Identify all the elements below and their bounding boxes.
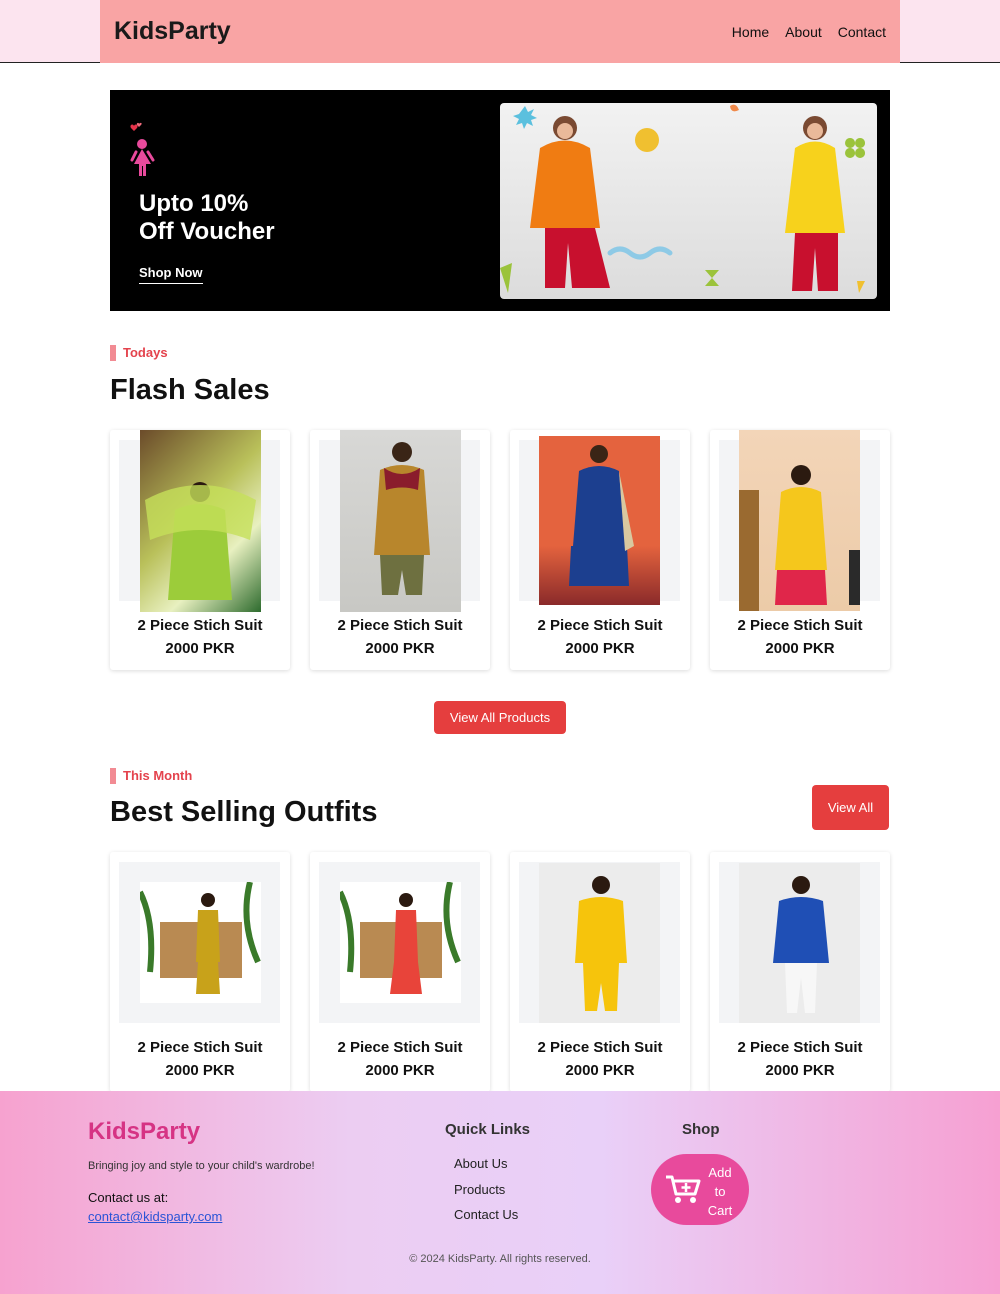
copyright: © 2024 KidsParty. All rights reserved. [409,1253,591,1265]
contact-label: Contact us at: [88,1190,169,1205]
todays-tag: Todays [110,345,168,361]
product-card[interactable]: 2 Piece Stich Suit 2000 PKR [310,430,490,670]
footer-logo[interactable]: KidsParty [88,1118,200,1146]
product-name: 2 Piece Stich Suit [537,617,663,634]
add-to-cart-button[interactable]: Add to Cart [651,1154,749,1225]
product-price: 2000 PKR [765,640,835,657]
footer-link-contact[interactable]: Contact Us [454,1207,518,1222]
shop-now-link[interactable]: Shop Now [139,265,203,284]
view-all-button[interactable]: View All [812,785,889,830]
product-image[interactable] [739,863,860,1023]
product-image[interactable] [340,882,461,1003]
this-month-tag: This Month [110,768,192,784]
nav-home[interactable]: Home [732,24,769,40]
product-image[interactable] [739,430,860,611]
main-nav: Home About Contact [732,24,886,40]
product-name: 2 Piece Stich Suit [537,1039,663,1056]
site-logo[interactable]: KidsParty [114,17,231,46]
quick-links-title: Quick Links [445,1121,531,1138]
product-price: 2000 PKR [565,640,635,657]
hero-title: Upto 10% Off Voucher [139,190,275,245]
shopping-cart-icon [666,1175,701,1203]
site-header: KidsParty Home About Contact [100,0,900,63]
product-name: 2 Piece Stich Suit [137,617,263,634]
product-image[interactable] [140,430,261,612]
product-price: 2000 PKR [565,1062,635,1079]
footer-tagline: Bringing joy and style to your child's w… [88,1160,315,1172]
best-selling-grid: 2 Piece Stich Suit 2000 PKR 2 Piece Stic… [110,852,890,1092]
product-card[interactable]: 2 Piece Stich Suit 2000 PKR [110,430,290,670]
hero-image [500,103,877,299]
hero-banner: Upto 10% Off Voucher Shop Now [110,90,890,311]
product-card[interactable]: 2 Piece Stich Suit 2000 PKR [310,852,490,1092]
product-card[interactable]: 2 Piece Stich Suit 2000 PKR [710,852,890,1092]
product-name: 2 Piece Stich Suit [737,617,863,634]
girl-icon [130,122,155,176]
view-all-products-button[interactable]: View All Products [434,701,566,734]
footer-link-about[interactable]: About Us [454,1156,507,1171]
product-price: 2000 PKR [765,1062,835,1079]
product-name: 2 Piece Stich Suit [737,1039,863,1056]
nav-about[interactable]: About [785,24,822,40]
product-name: 2 Piece Stich Suit [337,617,463,634]
footer-link-products[interactable]: Products [454,1182,505,1197]
product-price: 2000 PKR [365,1062,435,1079]
nav-contact[interactable]: Contact [838,24,886,40]
add-to-cart-label: Add to Cart [707,1165,733,1218]
best-selling-title: Best Selling Outfits [110,796,378,828]
product-name: 2 Piece Stich Suit [137,1039,263,1056]
contact-email-link[interactable]: contact@kidsparty.com [88,1209,222,1224]
product-price: 2000 PKR [165,640,235,657]
product-card[interactable]: 2 Piece Stich Suit 2000 PKR [710,430,890,670]
product-name: 2 Piece Stich Suit [337,1039,463,1056]
product-price: 2000 PKR [365,640,435,657]
shop-title: Shop [682,1121,720,1138]
product-price: 2000 PKR [165,1062,235,1079]
product-image[interactable] [539,863,660,1023]
flash-sales-grid: 2 Piece Stich Suit 2000 PKR 2 Piece Stic… [110,430,890,670]
product-image[interactable] [140,882,261,1003]
product-card[interactable]: 2 Piece Stich Suit 2000 PKR [110,852,290,1092]
site-footer: KidsParty Bringing joy and style to your… [0,1091,1000,1294]
product-image[interactable] [340,430,461,612]
product-card[interactable]: 2 Piece Stich Suit 2000 PKR [510,430,690,670]
product-card[interactable]: 2 Piece Stich Suit 2000 PKR [510,852,690,1092]
product-image[interactable] [539,436,660,605]
flash-sales-title: Flash Sales [110,374,270,406]
